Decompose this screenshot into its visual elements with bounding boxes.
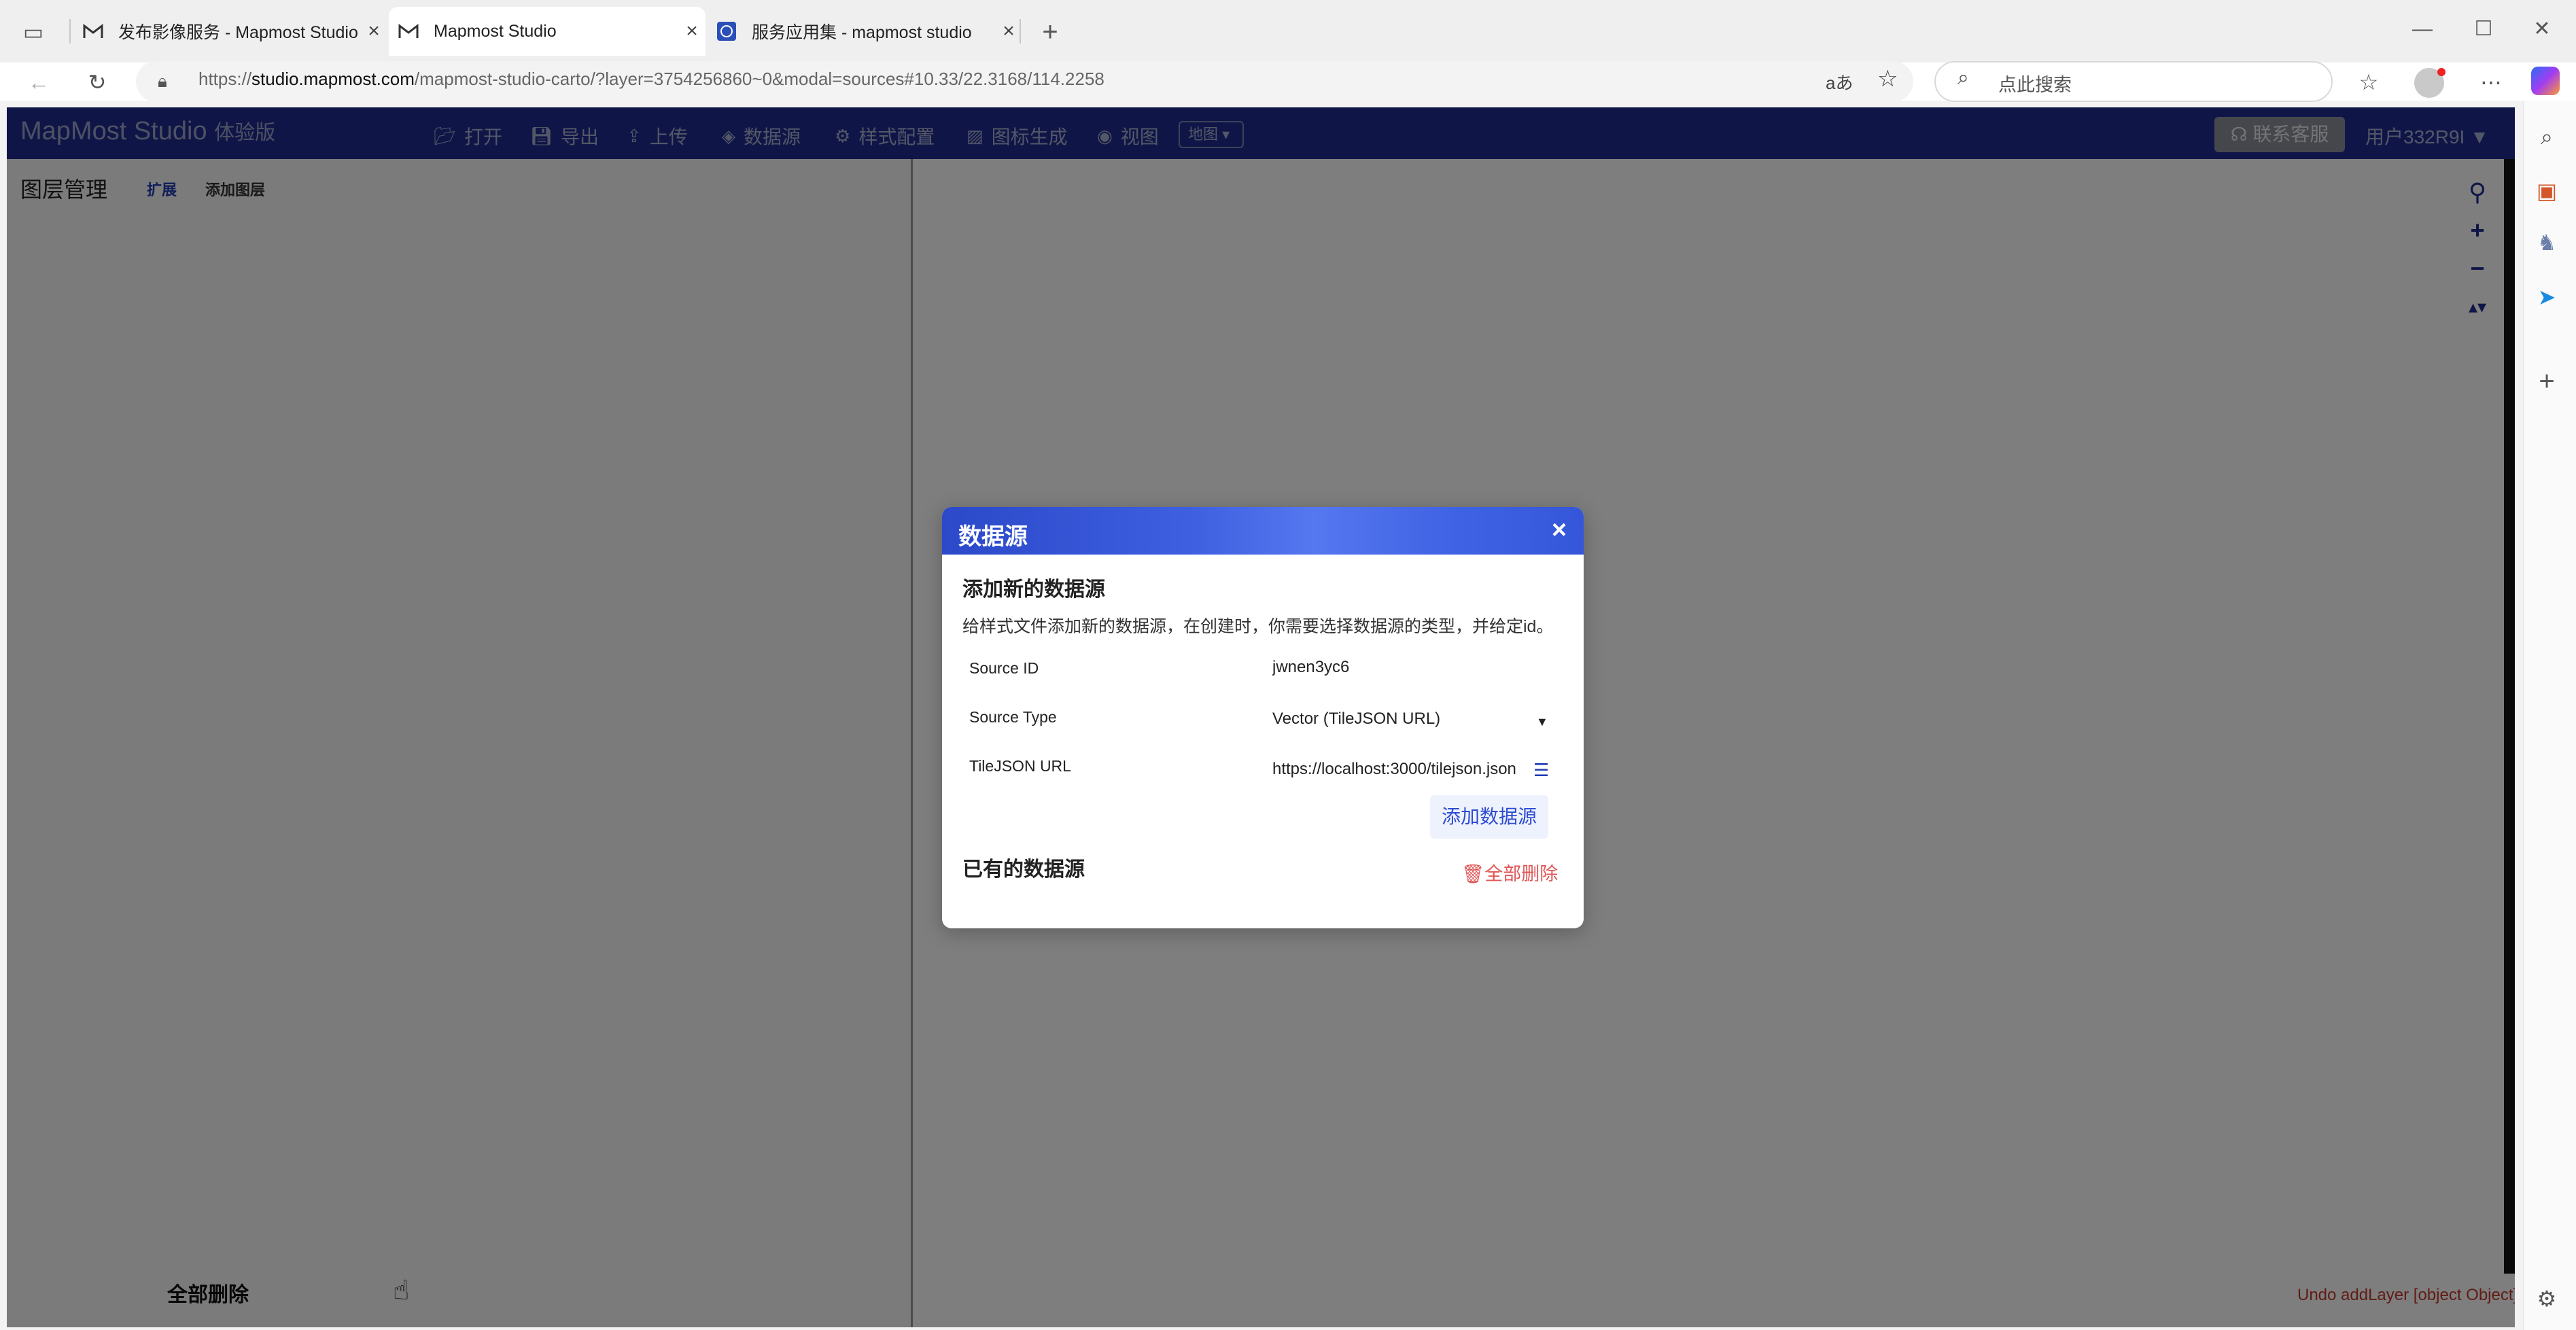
close-tab-icon[interactable]: × bbox=[995, 20, 1022, 43]
source-id-input[interactable]: jwnen3yc6 bbox=[1272, 658, 1544, 677]
source-type-select[interactable]: Vector (TileJSON URL) bbox=[1272, 710, 1531, 729]
tilejson-url-label: TileJSON URL bbox=[969, 757, 1071, 775]
source-type-label: Source Type bbox=[969, 708, 1057, 726]
trash-icon: 🗑︎ bbox=[1461, 864, 1485, 884]
maximize-icon[interactable]: ☐ bbox=[2463, 12, 2504, 46]
search-icon: ⌕ bbox=[1957, 67, 1969, 89]
notification-dot bbox=[2437, 68, 2446, 76]
window-close-icon[interactable]: ✕ bbox=[2522, 12, 2562, 46]
close-tab-icon[interactable]: × bbox=[678, 20, 706, 43]
dropdown-caret-icon[interactable]: ▼ bbox=[1536, 715, 1548, 729]
delete-all-sources-button[interactable]: 🗑︎全部删除 bbox=[1461, 859, 1558, 886]
tab-publish-imagery[interactable]: 发布影像服务 - Mapmost Studio × bbox=[73, 7, 387, 56]
search-input[interactable]: 点此搜索 bbox=[1998, 70, 2072, 97]
source-id-label: Source ID bbox=[969, 659, 1039, 677]
modal-title: 数据源 bbox=[958, 524, 1028, 550]
existing-sources-heading: 已有的数据源 bbox=[962, 858, 1085, 881]
toolbox-icon[interactable]: ▣ bbox=[2530, 174, 2564, 208]
modal-header bbox=[942, 507, 1584, 555]
globe-app-icon bbox=[716, 21, 737, 41]
search-box[interactable] bbox=[1934, 61, 2333, 102]
tilejson-url-input[interactable]: https://localhost:3000/tilejson.json bbox=[1272, 760, 1518, 779]
tab-title: Mapmost Studio bbox=[434, 21, 557, 41]
url-text[interactable]: https://studio.mapmost.com/mapmost-studi… bbox=[198, 69, 1104, 90]
send-icon[interactable]: ➤ bbox=[2530, 280, 2564, 314]
copilot-icon[interactable] bbox=[2531, 67, 2560, 95]
reload-icon[interactable]: ↻ bbox=[80, 65, 114, 99]
sidebar-search-icon[interactable]: ⌕ bbox=[2530, 120, 2564, 154]
add-source-description: 给样式文件添加新的数据源，在创建时，你需要选择数据源的类型，并给定id。 bbox=[962, 617, 1554, 636]
add-source-heading: 添加新的数据源 bbox=[962, 578, 1105, 601]
close-icon[interactable]: × bbox=[1544, 515, 1574, 545]
mapmost-m-icon bbox=[398, 21, 419, 41]
favorites-icon[interactable]: ☆ bbox=[2352, 65, 2386, 99]
tab-title: 服务应用集 - mapmost studio bbox=[752, 23, 972, 42]
list-icon[interactable]: ☰ bbox=[1533, 760, 1549, 781]
more-menu-icon[interactable]: ⋯ bbox=[2474, 65, 2508, 99]
close-tab-icon[interactable]: × bbox=[360, 20, 387, 43]
minimize-icon[interactable]: — bbox=[2402, 12, 2443, 46]
translate-icon[interactable]: aあ bbox=[1826, 69, 1853, 94]
add-sidebar-app-icon[interactable]: + bbox=[2530, 364, 2564, 398]
games-icon[interactable]: ♞ bbox=[2530, 226, 2564, 260]
lock-icon[interactable]: 🔒︎ bbox=[158, 71, 167, 92]
favorite-star-icon[interactable]: ☆ bbox=[1877, 65, 1898, 92]
tab-mapmost-studio[interactable]: Mapmost Studio × bbox=[389, 7, 706, 56]
data-source-modal: 数据源 × 添加新的数据源 给样式文件添加新的数据源，在创建时，你需要选择数据源… bbox=[942, 507, 1584, 928]
tab-actions-icon[interactable]: ▭ bbox=[16, 15, 50, 49]
tab-title: 发布影像服务 - Mapmost Studio bbox=[118, 23, 358, 42]
mapmost-m-icon bbox=[83, 21, 103, 41]
tab-service-apps[interactable]: 服务应用集 - mapmost studio × bbox=[707, 7, 1022, 56]
new-tab-icon[interactable]: + bbox=[1033, 15, 1067, 49]
add-data-source-button[interactable]: 添加数据源 bbox=[1430, 795, 1548, 839]
back-icon[interactable]: ← bbox=[22, 65, 56, 99]
sidebar-settings-icon[interactable]: ⚙ bbox=[2530, 1282, 2564, 1316]
